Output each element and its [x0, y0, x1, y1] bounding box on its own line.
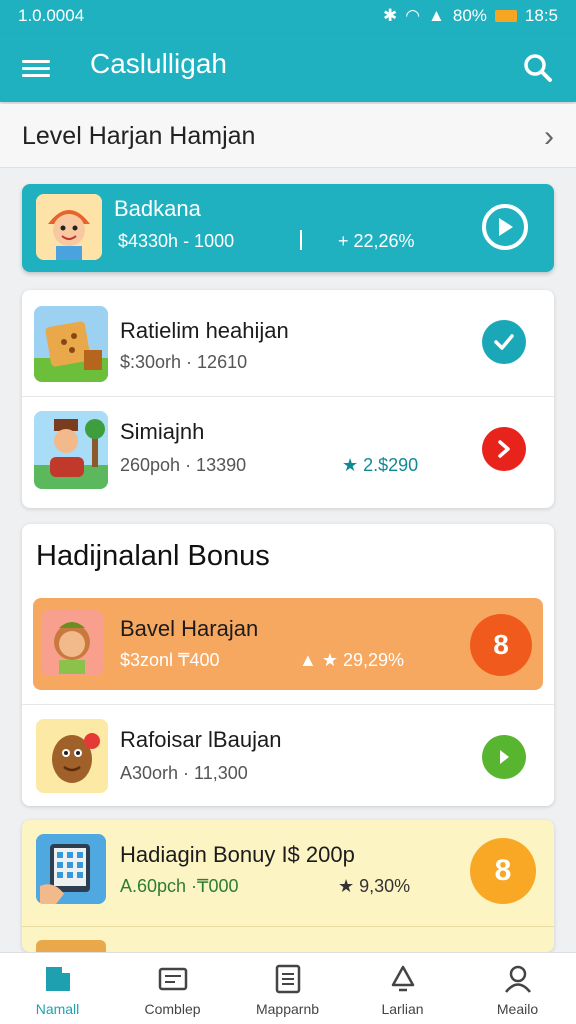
bonus-item-extra: ▲ ★ 29,29% [299, 650, 405, 670]
promo-thumb [36, 834, 106, 904]
list-item-meta: $:30orh · 12610 [120, 352, 248, 372]
featured-separator [300, 230, 302, 250]
search-icon[interactable] [518, 48, 558, 88]
nav-notifications[interactable]: Larlian [345, 953, 460, 1024]
check-icon[interactable] [482, 320, 526, 364]
promo-badge[interactable]: 8 [470, 838, 536, 904]
bonus-badge[interactable]: 8 [470, 614, 532, 676]
app-title: Caslulligah [90, 48, 227, 79]
promo-meta: A.60pch ·₸000 [120, 876, 239, 896]
nav-map[interactable]: Mapparnb [230, 953, 345, 1024]
bonus-item-name: Rafoisar lBaujan [120, 727, 282, 752]
bonus-item-thumb [36, 719, 108, 793]
list-card: Ratielim heahijan $:30orh · 12610 Simiaj… [22, 290, 554, 508]
status-icons: ✱ ◠ ▲ 80% 18:5 [383, 6, 558, 26]
home-icon [46, 967, 70, 991]
wifi-icon: ◠ [405, 6, 421, 25]
promo-card[interactable]: Hadiagin Bonuy I$ 200p A.60pch ·₸000 ★ 9… [22, 820, 554, 952]
list-item[interactable]: Simiajnh 260poh · 13390 ★ 2.$290 [22, 397, 554, 507]
featured-name: Badkana [114, 196, 201, 221]
divider [22, 926, 554, 927]
nav-label: Larlian [381, 1001, 424, 1017]
status-left-text: 1.0.0004 [18, 6, 85, 25]
bonus-title: Hadijnalanl Bonus [36, 540, 270, 572]
list-item-name: Ratielim heahijan [120, 318, 289, 343]
bell-icon [391, 965, 415, 992]
promo-extra: ★ 9,30% [338, 876, 411, 896]
nav-label: Namall [35, 1001, 80, 1017]
nav-compare[interactable]: Comblep [115, 953, 230, 1024]
bonus-item-name: Bavel Harajan [120, 616, 259, 641]
bonus-item-meta: $3zonl ₸400 [120, 650, 220, 670]
signal-icon: ▲ [428, 6, 445, 25]
featured-meta: $4330h - 1000 [118, 231, 235, 251]
arrow-right-icon[interactable] [482, 427, 526, 471]
list-item[interactable]: Ratielim heahijan $:30orh · 12610 [22, 290, 554, 396]
bonus-item[interactable]: Bavel Harajan $3zonl ₸400 ▲ ★ 29,29% 8 [33, 598, 543, 690]
level-header-title: Level Harjan Hamjan [22, 122, 256, 150]
app-bar: Caslulligah [0, 34, 576, 102]
ticket-icon [158, 967, 188, 991]
nav-home[interactable]: Namall [0, 953, 115, 1024]
list-item-name: Simiajnh [120, 419, 205, 444]
nav-label: Meailo [496, 1001, 539, 1017]
bluetooth-icon: ✱ [382, 6, 398, 25]
nav-label: Mapparnb [255, 1001, 320, 1017]
list-item-thumb [34, 411, 108, 489]
arrow-right-icon[interactable] [482, 735, 526, 779]
chevron-right-icon[interactable]: › [544, 120, 554, 154]
nav-label: Comblep [144, 1001, 201, 1017]
bottom-nav: Namall Comblep Mapparnb Larlian Meailo [0, 952, 576, 1024]
level-header-row[interactable]: Level Harjan Hamjan › [0, 104, 576, 168]
list-item-extra: ★ 2.$290 [342, 455, 419, 475]
list-item-meta: 260poh · 13390 [120, 455, 247, 475]
bonus-item[interactable]: Rafoisar lBaujan A30orh · 11,300 [22, 705, 554, 805]
status-bar: 1.0.0004 ✱ ◠ ▲ 80% 18:5 [0, 0, 576, 34]
status-time: 18:5 [524, 6, 558, 25]
featured-thumb [36, 194, 102, 260]
featured-item[interactable]: Badkana $4330h - 1000 + 22,26% [22, 184, 554, 272]
battery-percent: 80% [452, 6, 487, 25]
battery-icon [494, 10, 517, 22]
next-item-thumb-peek [36, 940, 106, 952]
bonus-item-meta: A30orh · 11,300 [120, 763, 248, 783]
bonus-card: Hadijnalanl Bonus Bavel Harajan $3zonl ₸… [22, 524, 554, 806]
document-icon [275, 964, 301, 994]
nav-profile[interactable]: Meailo [460, 953, 575, 1024]
menu-icon[interactable] [22, 56, 50, 80]
promo-name: Hadiagin Bonuy I$ 200p [120, 842, 355, 867]
play-icon[interactable] [482, 204, 528, 250]
featured-extra: + 22,26% [338, 231, 415, 251]
list-item-thumb [34, 306, 108, 382]
user-icon [505, 965, 531, 993]
bonus-item-thumb [41, 610, 103, 676]
